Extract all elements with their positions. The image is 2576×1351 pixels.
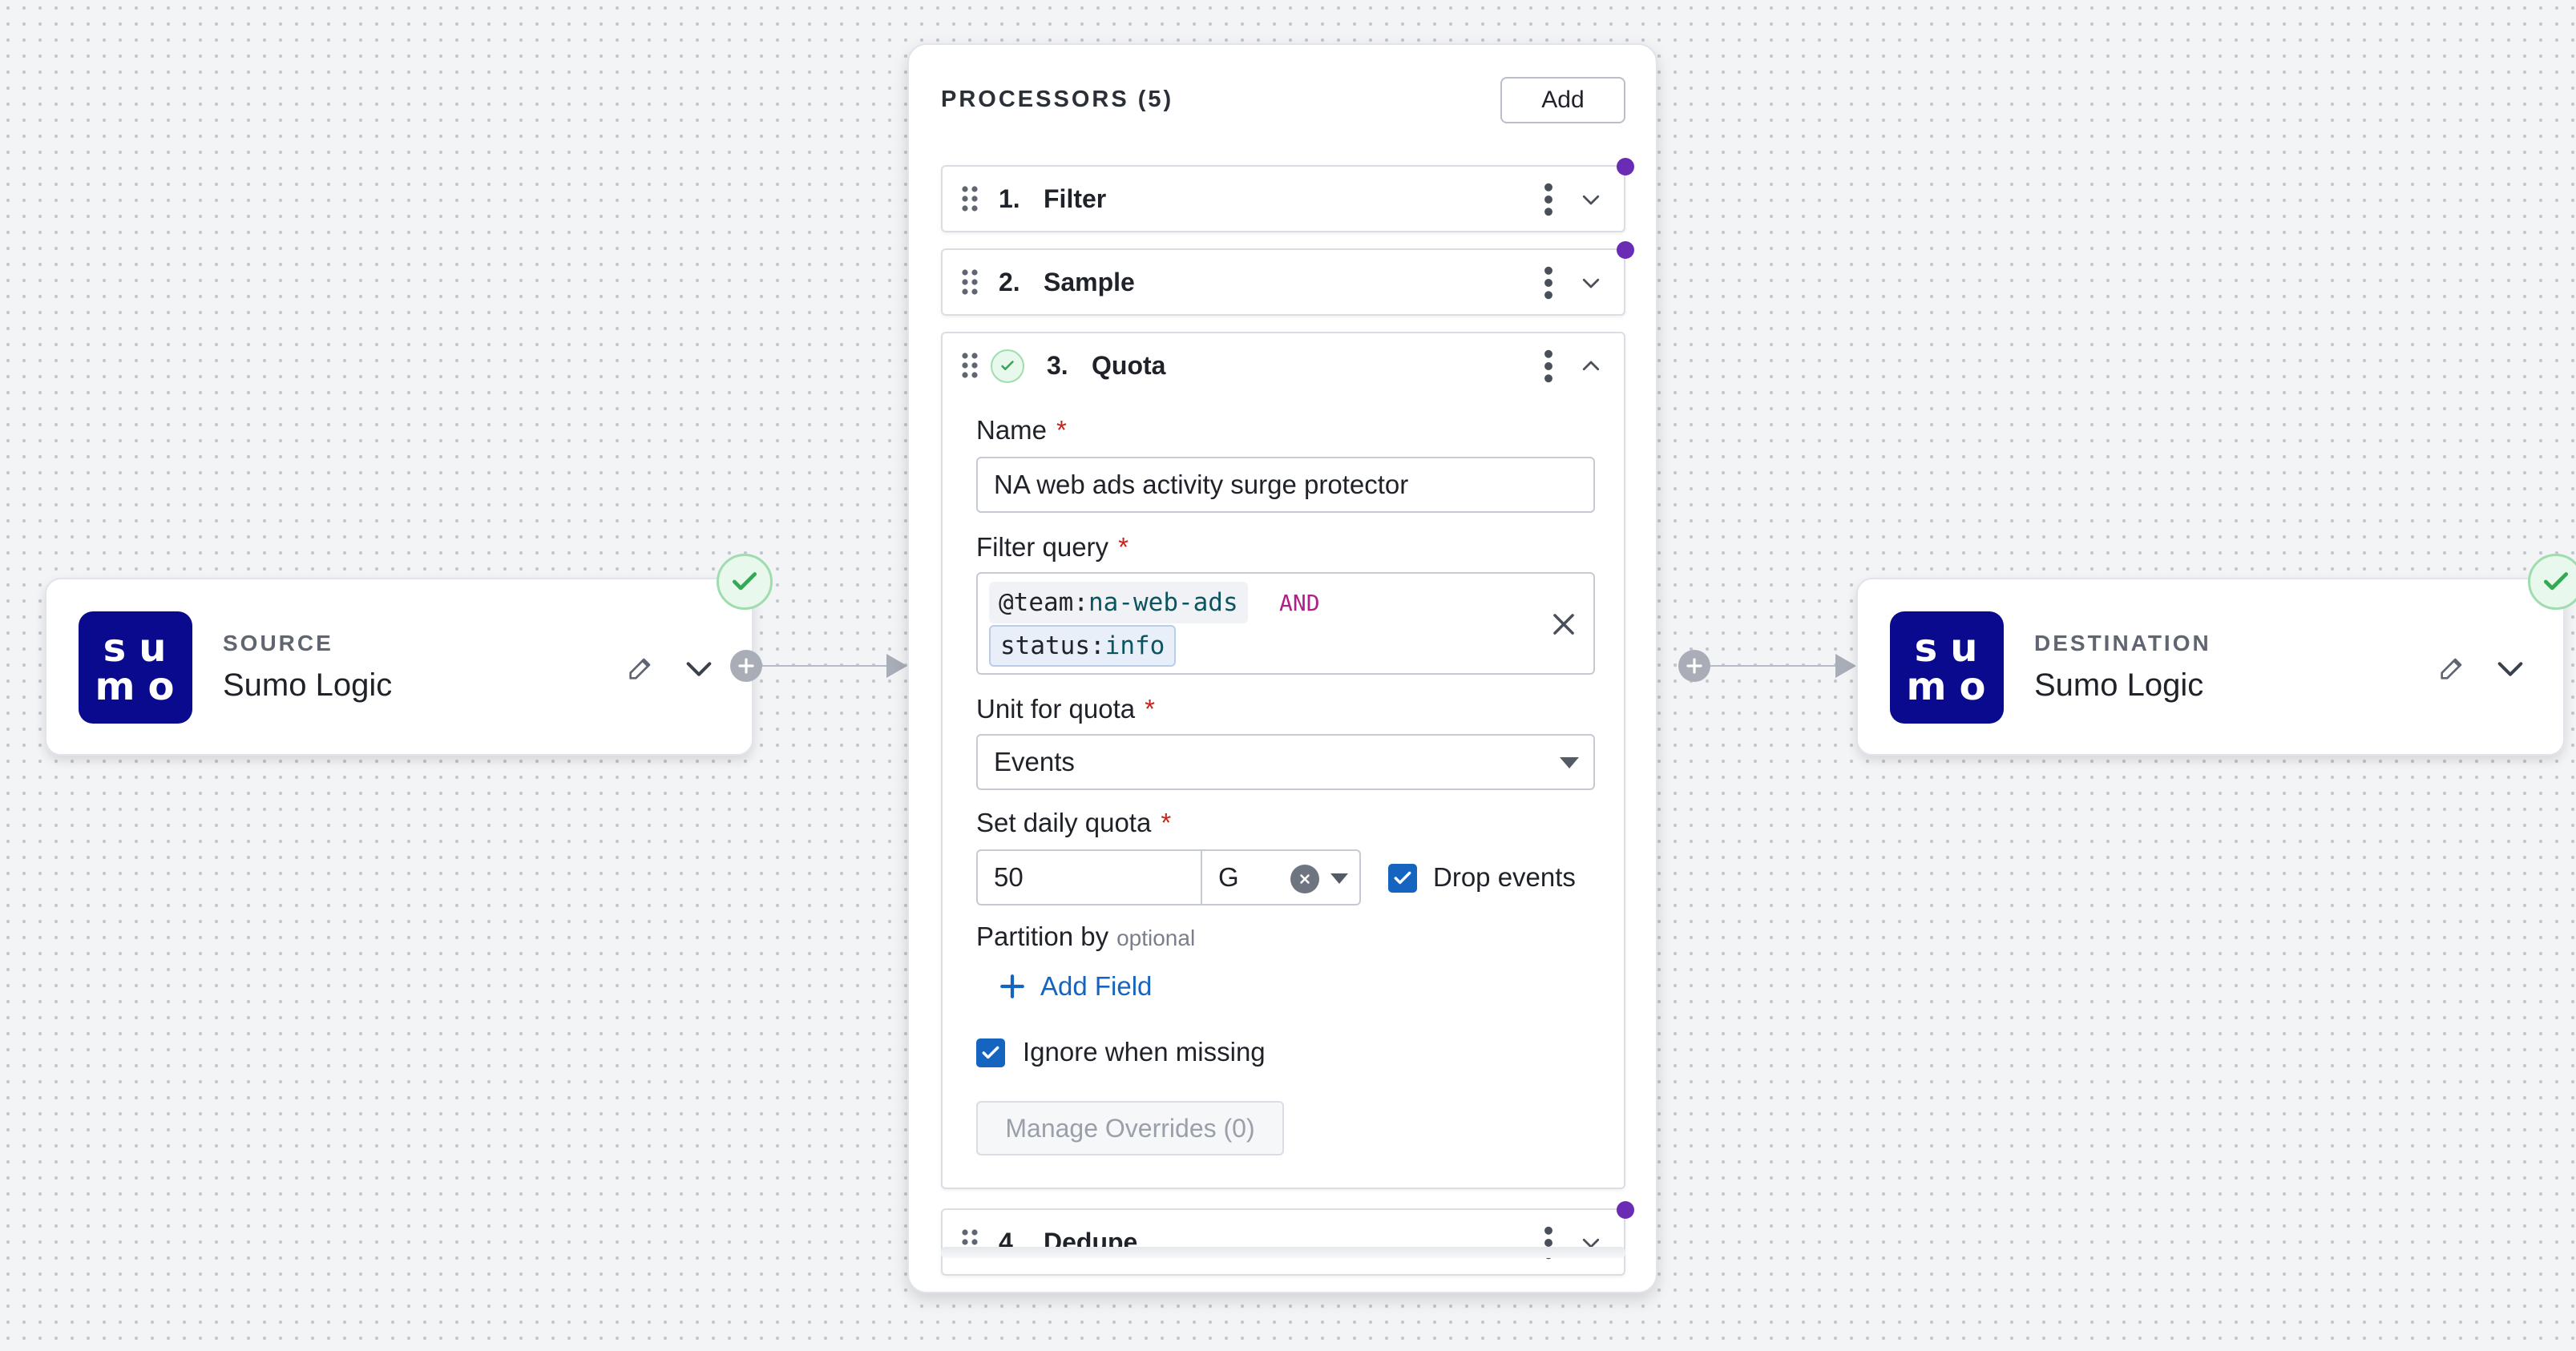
source-node[interactable]: su mo SOURCE Sumo Logic [45, 554, 773, 756]
clear-icon[interactable] [1290, 865, 1319, 893]
processor-item-sample[interactable]: 2. Sample [941, 248, 1625, 316]
plus-icon [1000, 974, 1024, 998]
drag-handle-icon[interactable] [960, 184, 979, 213]
pencil-icon[interactable] [625, 651, 657, 684]
destination-kind-label: DESTINATION [2034, 631, 2211, 655]
drop-events-label: Drop events [1433, 862, 1576, 892]
arrow-head-icon [1835, 654, 1856, 678]
processor-number: 1. [999, 184, 1020, 213]
query-operator: AND [1279, 590, 1320, 616]
caret-down-icon [1330, 873, 1348, 884]
filter-query-input[interactable]: @team: na-web-ads AND status: info [976, 572, 1595, 675]
destination-node[interactable]: su mo DESTINATION Sumo Logic [1856, 554, 2576, 756]
name-input[interactable]: NA web ads activity surge protector [976, 457, 1595, 513]
check-circle-icon [2528, 554, 2576, 610]
processor-item-quota: 3. Quota Name * NA web ads activity surge… [941, 332, 1625, 1189]
pencil-icon[interactable] [2437, 651, 2469, 684]
chevron-down-icon[interactable] [1579, 271, 1603, 295]
required-marker: * [1118, 532, 1129, 562]
scroll-fade [941, 1247, 1625, 1258]
drop-events-checkbox[interactable] [1388, 864, 1417, 893]
caret-down-icon [1560, 757, 1579, 768]
chevron-down-icon[interactable] [681, 653, 717, 685]
unit-for-quota-label: Unit for quota * [976, 694, 1155, 724]
required-marker: * [1056, 415, 1067, 445]
check-circle-icon [991, 349, 1024, 383]
required-marker: * [1161, 808, 1172, 837]
ignore-missing-label: Ignore when missing [1023, 1037, 1266, 1067]
processor-number: 2. [999, 268, 1020, 296]
chevron-up-icon[interactable] [1579, 354, 1603, 378]
name-field-label: Name * [976, 415, 1067, 445]
status-dot [1617, 158, 1634, 175]
partition-by-label: Partition by optional [976, 922, 1196, 951]
source-name: Sumo Logic [223, 667, 393, 703]
processors-panel: PROCESSORS (5) Add 1. Filter 2. Sample 3… [907, 43, 1657, 1293]
unit-for-quota-select[interactable]: Events [976, 734, 1595, 790]
daily-quota-label: Set daily quota * [976, 808, 1172, 837]
check-circle-icon [717, 554, 773, 610]
ignore-missing-checkbox[interactable] [976, 1038, 1005, 1067]
processor-label: Quota [1092, 351, 1166, 380]
required-marker: * [1145, 694, 1155, 724]
connector-line-right [1690, 665, 1837, 667]
status-dot [1617, 1201, 1634, 1219]
optional-hint: optional [1116, 926, 1196, 950]
arrow-head-icon [886, 654, 907, 678]
sumo-logic-logo: su mo [79, 611, 192, 724]
add-processor-button[interactable]: Add [1500, 77, 1625, 123]
processor-item-dedupe[interactable]: 4. Dedupe [941, 1208, 1625, 1276]
chevron-down-icon[interactable] [1579, 188, 1603, 212]
manage-overrides-button[interactable]: Manage Overrides (0) [976, 1101, 1284, 1155]
processor-label: Sample [1044, 268, 1135, 296]
processor-label: Filter [1044, 184, 1107, 213]
daily-quota-input[interactable]: 50 [976, 849, 1202, 905]
processor-item-filter[interactable]: 1. Filter [941, 165, 1625, 232]
filter-query-label: Filter query * [976, 532, 1129, 562]
connector-line-left [761, 665, 890, 667]
source-kind-label: SOURCE [223, 631, 333, 655]
close-icon[interactable] [1548, 609, 1579, 639]
drag-handle-icon[interactable] [960, 351, 979, 380]
processor-number: 3. [1047, 351, 1068, 380]
query-token[interactable]: status: info [989, 625, 1177, 667]
query-token[interactable]: @team: na-web-ads [989, 582, 1248, 623]
drag-handle-icon[interactable] [960, 268, 979, 296]
destination-name: Sumo Logic [2034, 667, 2204, 703]
sumo-logic-logo: su mo [1890, 611, 2004, 724]
kebab-menu-icon[interactable] [1544, 266, 1553, 300]
plus-circle-icon[interactable] [730, 650, 762, 682]
kebab-menu-icon[interactable] [1544, 349, 1553, 383]
daily-quota-unit-select[interactable]: G [1201, 849, 1361, 905]
plus-circle-icon[interactable] [1678, 650, 1710, 682]
processors-title: PROCESSORS (5) [941, 87, 1174, 112]
chevron-down-icon[interactable] [2493, 653, 2528, 685]
kebab-menu-icon[interactable] [1544, 183, 1553, 216]
status-dot [1617, 241, 1634, 259]
add-field-button[interactable]: Add Field [999, 971, 1152, 1002]
